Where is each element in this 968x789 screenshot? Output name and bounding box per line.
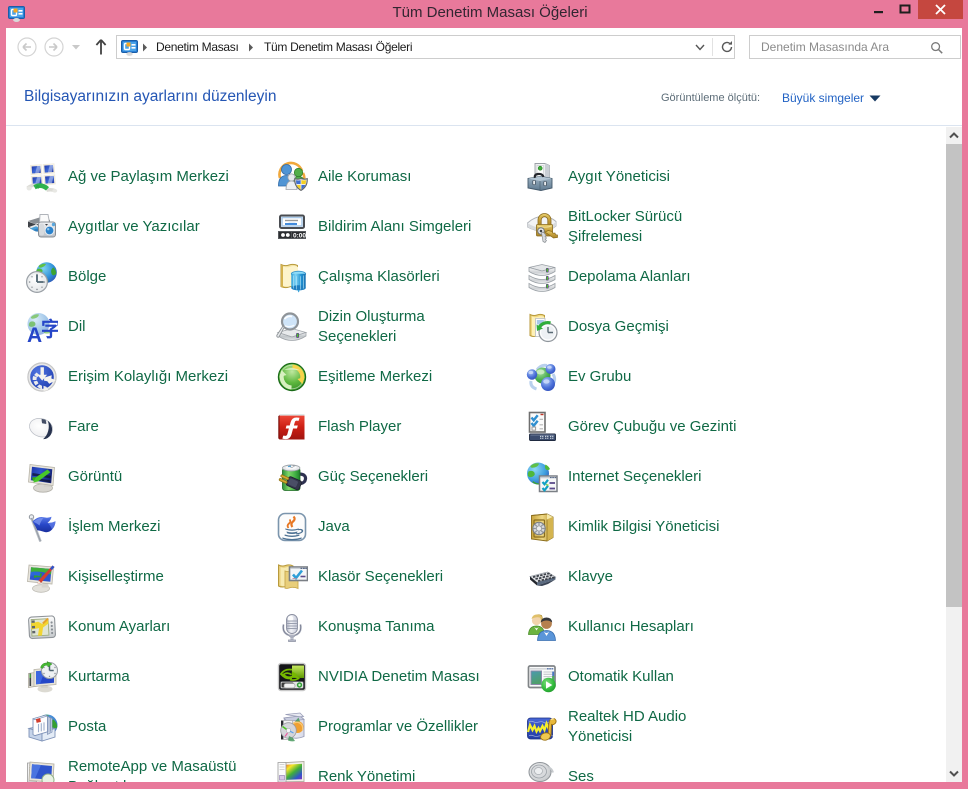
svg-text:字: 字 bbox=[41, 317, 58, 341]
svg-text:0:00: 0:00 bbox=[293, 232, 306, 239]
svg-text:A: A bbox=[27, 324, 42, 343]
